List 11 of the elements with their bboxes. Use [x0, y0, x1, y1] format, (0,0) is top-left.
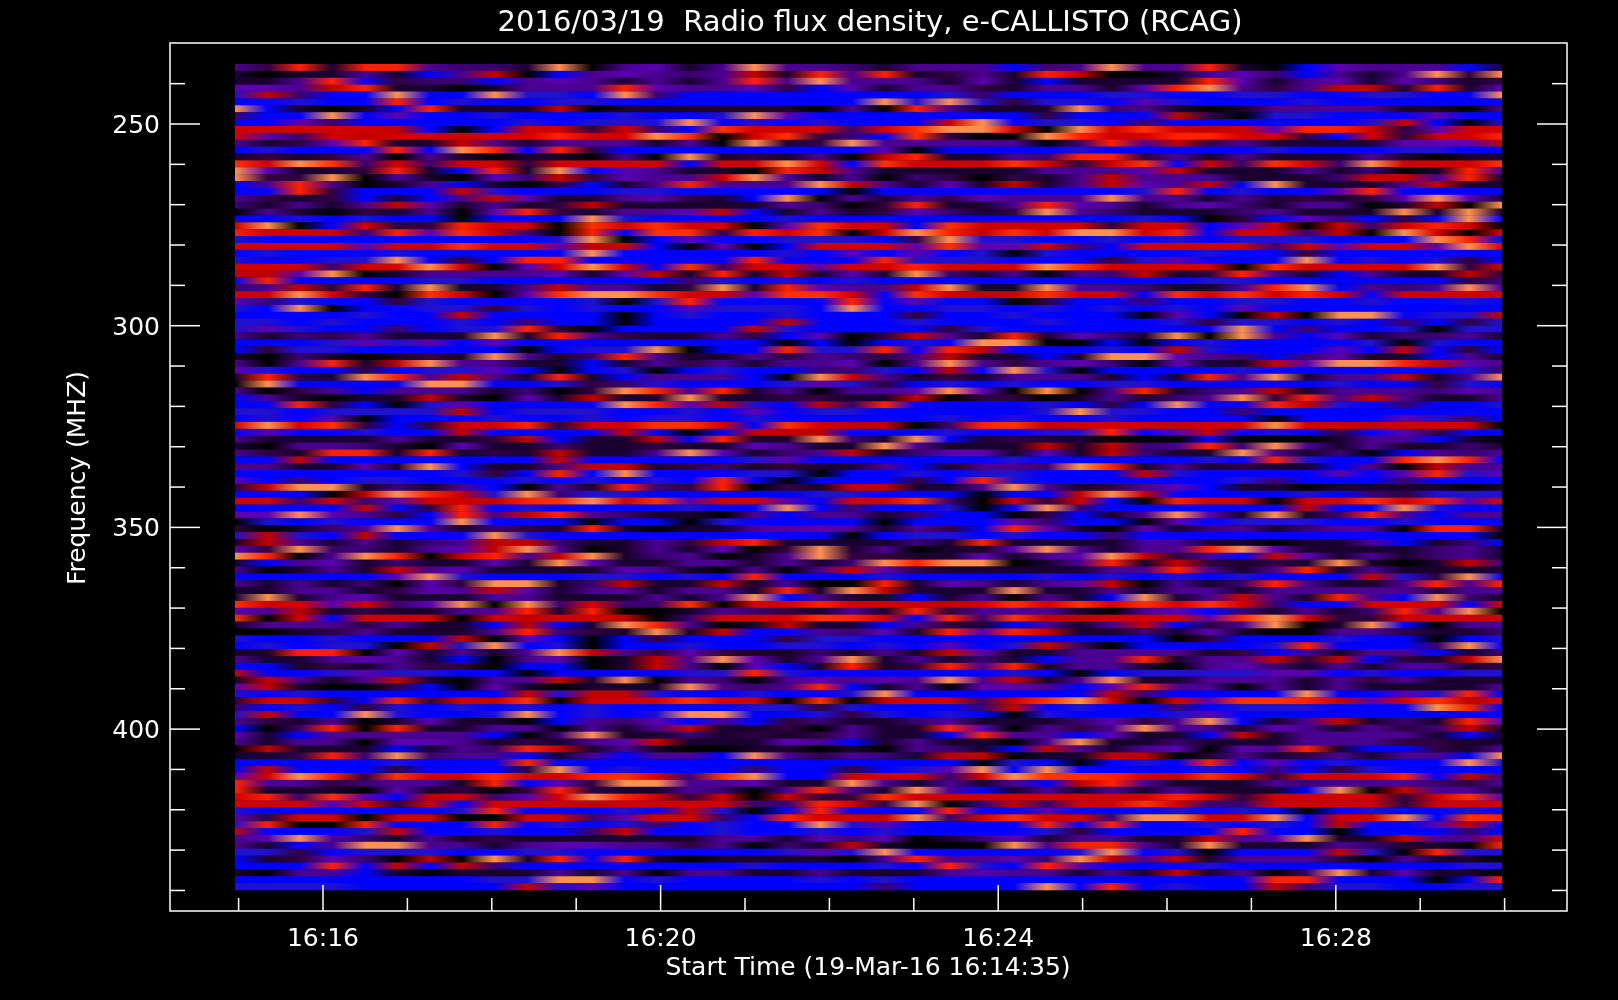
- y-tick-label: 250: [112, 110, 160, 139]
- y-tick-label: 350: [112, 513, 160, 543]
- y-tick-label: 300: [112, 311, 160, 341]
- y-tick-label: 400: [112, 715, 160, 745]
- y-axis-label: Frequency (MHZ): [62, 370, 91, 586]
- x-axis-label: Start Time (19-Mar-16 16:14:35): [665, 952, 1071, 981]
- x-tick-label: 16:16: [287, 923, 359, 952]
- chart-title: 2016/03/19 Radio flux density, e-CALLISTO (RCAG): [497, 4, 1243, 38]
- x-tick-label: 16:28: [1299, 923, 1372, 952]
- x-tick-label: 16:20: [624, 923, 697, 952]
- x-tick-label: 16:24: [962, 923, 1035, 952]
